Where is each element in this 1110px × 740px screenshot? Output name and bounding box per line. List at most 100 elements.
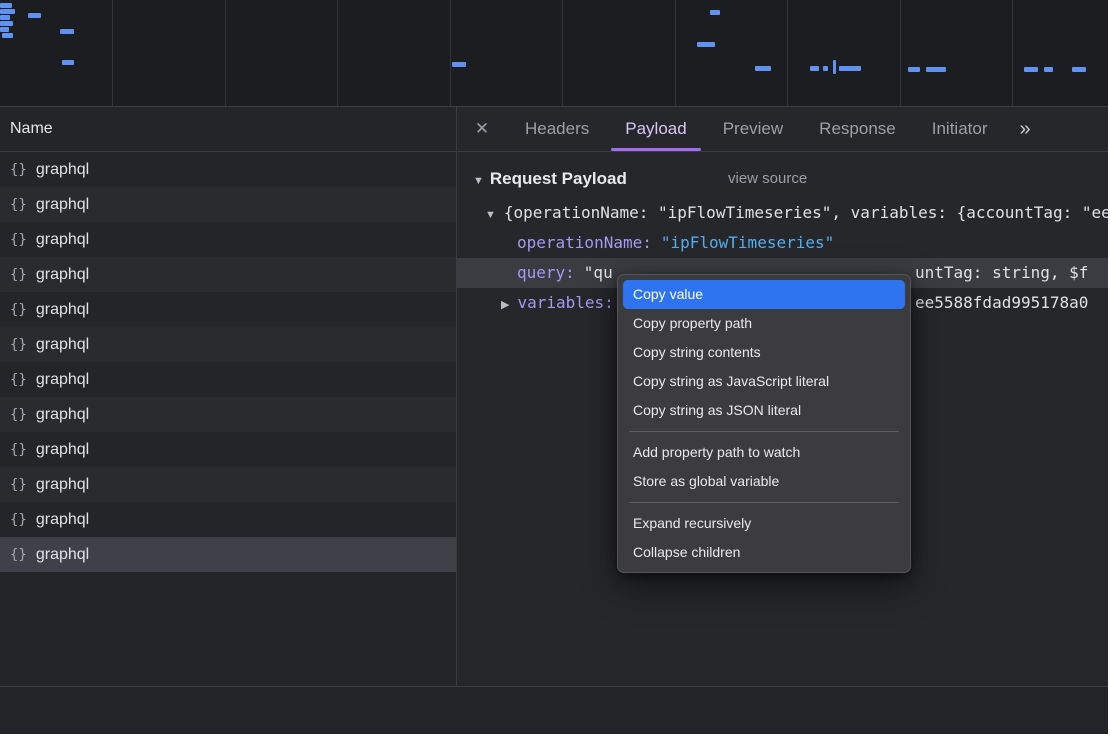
json-braces-icon: {} [10, 162, 27, 178]
request-row[interactable]: {} graphql [0, 152, 456, 187]
request-name-label: graphql [36, 441, 89, 459]
timeline-activity-bar [0, 27, 9, 32]
close-icon: ✕ [475, 119, 489, 139]
timeline-activity-bar [2, 33, 13, 38]
column-header-name[interactable]: Name [0, 107, 456, 152]
tab-preview[interactable]: Preview [705, 107, 801, 151]
request-row[interactable]: {} graphql [0, 537, 456, 572]
request-name-label: graphql [36, 161, 89, 179]
request-name-label: graphql [36, 371, 89, 389]
timeline-activity-bar [810, 66, 819, 71]
timeline-gridline [225, 0, 226, 106]
payload-row-operation-name[interactable]: operationName:"ipFlowTimeseries" [457, 228, 1108, 258]
payload-summary-text: {operationName: "ipFlowTimeseries", vari… [504, 203, 1108, 222]
payload-summary-row[interactable]: ▼ {operationName: "ipFlowTimeseries", var… [457, 198, 1108, 228]
timeline-activity-bar [839, 66, 861, 71]
tab-payload[interactable]: Payload [607, 107, 704, 151]
request-name-label: graphql [36, 546, 89, 564]
timeline-activity-bar [755, 66, 771, 71]
json-braces-icon: {} [10, 407, 27, 423]
menu-item[interactable]: Copy property path [618, 309, 910, 338]
timeline-activity-bar [60, 29, 74, 34]
property-key: query: [517, 263, 575, 282]
timeline-activity-bar [1072, 67, 1086, 72]
timeline-activity-bar [452, 62, 466, 67]
request-row[interactable]: {} graphql [0, 327, 456, 362]
json-braces-icon: {} [10, 477, 27, 493]
menu-divider [629, 431, 899, 432]
menu-item[interactable]: Collapse children [618, 538, 910, 567]
collapsed-triangle-icon[interactable]: ▶ [501, 299, 509, 311]
chevron-double-right-icon: » [1019, 118, 1030, 141]
timeline-activity-bar [62, 60, 74, 65]
request-name-label: graphql [36, 266, 89, 284]
request-row[interactable]: {}graphql [0, 292, 456, 327]
footer-area [0, 686, 1108, 734]
timeline-gridline [450, 0, 451, 106]
timeline-gridline [337, 0, 338, 106]
expanded-triangle-icon[interactable]: ▼ [473, 175, 484, 187]
timeline-activity-bar [0, 15, 10, 20]
property-key: variables: [517, 293, 613, 312]
json-braces-icon: {} [10, 232, 27, 248]
timeline-activity-bar [833, 60, 836, 74]
request-name-label: graphql [36, 231, 89, 249]
chrome-devtools-network-panel: Name {}graphql{}graphql{}graphql{}graphq… [0, 0, 1108, 734]
menu-item[interactable]: Copy string as JavaScript literal [618, 367, 910, 396]
request-row[interactable]: {} graphql [0, 362, 456, 397]
request-row[interactable]: {} graphql [0, 432, 456, 467]
expanded-triangle-icon[interactable]: ▼ [485, 209, 496, 221]
timeline-gridline [675, 0, 676, 106]
column-header-label: Name [10, 120, 53, 137]
timeline-gridline [900, 0, 901, 106]
query-value-fragment: untTag: string, $f [915, 258, 1088, 288]
tab-initiator[interactable]: Initiator [914, 107, 1006, 151]
timeline-gridline [112, 0, 113, 106]
json-braces-icon: {} [10, 302, 27, 318]
tab-headers[interactable]: Headers [507, 107, 607, 151]
request-list: {} graphql {} graphql {} graphql {} graphql {} gr… [0, 152, 456, 572]
timeline-activity-bar [0, 3, 12, 8]
request-row[interactable]: {}graphql [0, 257, 456, 292]
menu-item[interactable]: Copy value [623, 280, 905, 309]
view-source-link[interactable]: view source [728, 166, 807, 192]
menu-item[interactable]: Copy string as JSON literal [618, 396, 910, 425]
timeline-activity-bar [697, 42, 715, 47]
property-key: operationName: [517, 233, 652, 252]
request-name-label: graphql [36, 406, 89, 424]
timeline-activity-bar [1044, 67, 1053, 72]
menu-item[interactable]: Add property path to watch [618, 438, 910, 467]
timeline-activity-bar [823, 66, 828, 71]
network-overview-timeline[interactable] [0, 0, 1108, 107]
request-name-label: graphql [36, 196, 89, 214]
timeline-activity-bar [0, 21, 13, 26]
close-panel-button[interactable]: ✕ [457, 107, 507, 151]
menu-item[interactable]: Expand recursively [618, 509, 910, 538]
requests-panel: Name {}graphql{}graphql{}graphql{}graphq… [0, 107, 457, 686]
json-braces-icon: {} [10, 372, 27, 388]
menu-item[interactable]: Store as global variable [618, 467, 910, 496]
json-braces-icon: {} [10, 547, 27, 563]
request-row[interactable]: {}graphql [0, 502, 456, 537]
json-braces-icon: {} [10, 337, 27, 353]
request-row[interactable]: {}graphql [0, 187, 456, 222]
request-row[interactable]: {}graphql [0, 467, 456, 502]
timeline-activity-bar [0, 9, 15, 14]
timeline-activity-bar [908, 67, 920, 72]
timeline-activity-bar [1024, 67, 1038, 72]
more-tabs-button[interactable]: » [1019, 107, 1030, 151]
timeline-gridline [787, 0, 788, 106]
request-row[interactable]: {} graphql [0, 222, 456, 257]
json-braces-icon: {} [10, 512, 27, 528]
timeline-activity-bar [710, 10, 720, 15]
timeline-gridline [1012, 0, 1013, 106]
json-braces-icon: {} [10, 442, 27, 458]
menu-item[interactable]: Copy string contents [618, 338, 910, 367]
detail-tabbar: ✕ HeadersPayloadPreviewResponseInitiator… [457, 107, 1108, 152]
request-name-label: graphql [36, 336, 89, 354]
request-payload-header: ▼Request Payload view source [473, 166, 1108, 192]
request-row[interactable]: {} graphql [0, 397, 456, 432]
tab-response[interactable]: Response [801, 107, 914, 151]
context-menu: Copy valueCopy property pathCopy string … [617, 274, 911, 573]
variables-value-fragment: ee5588fdad995178a0 [915, 288, 1088, 318]
